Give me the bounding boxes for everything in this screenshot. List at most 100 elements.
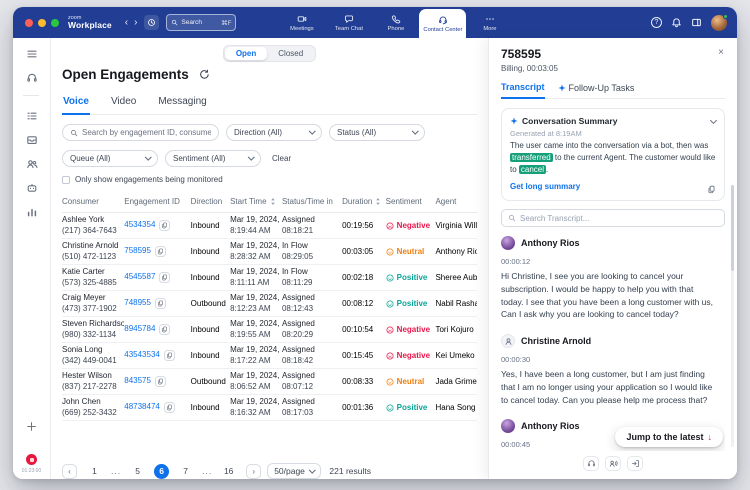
user-avatar[interactable]: [711, 15, 727, 31]
toggle-open[interactable]: Open: [225, 47, 267, 60]
table-row[interactable]: Sonia Long(342) 449-004143543534InboundM…: [62, 343, 477, 369]
page-6[interactable]: 6: [154, 464, 169, 479]
add-icon[interactable]: [23, 420, 41, 433]
column-header-start-time[interactable]: Start Time: [230, 197, 282, 206]
page-7[interactable]: 7: [178, 464, 193, 479]
close-window-button[interactable]: [25, 19, 33, 27]
queue-filter-select[interactable]: Queue (All): [62, 150, 158, 167]
sort-icon[interactable]: [375, 197, 381, 206]
history-icon[interactable]: [144, 15, 159, 30]
rail-checklist-icon[interactable]: [23, 109, 41, 122]
titlebar-tab-meetings[interactable]: Meetings: [278, 7, 325, 38]
close-panel-icon[interactable]: ×: [717, 47, 725, 59]
column-header-duration[interactable]: Duration: [342, 197, 386, 206]
status-filter-select[interactable]: Status (All): [329, 124, 425, 141]
table-row[interactable]: Hester Wilson(837) 217-2278843575Outboun…: [62, 369, 477, 395]
tab-messaging[interactable]: Messaging: [157, 93, 207, 114]
table-row[interactable]: John Chen(669) 252-343248738474InboundMa…: [62, 395, 477, 421]
monitored-only-checkbox[interactable]: [62, 176, 70, 184]
page-1[interactable]: 1: [87, 464, 102, 479]
copy-icon[interactable]: [155, 376, 166, 387]
titlebar-tab-team-chat[interactable]: Team Chat: [325, 7, 372, 38]
copy-icon[interactable]: [155, 246, 166, 257]
search-icon: [171, 19, 178, 26]
table-row[interactable]: Katie Carter(573) 325-48854545587Inbound…: [62, 265, 477, 291]
minimize-window-button[interactable]: [38, 19, 46, 27]
person-avatar-icon: [501, 334, 515, 348]
next-page-button[interactable]: ›: [246, 464, 261, 479]
notifications-bell-icon[interactable]: [671, 17, 682, 28]
rail-people-icon[interactable]: [23, 157, 41, 170]
titlebar-tab-phone[interactable]: Phone: [372, 7, 419, 38]
engagement-search-box[interactable]: [62, 124, 219, 141]
table-row[interactable]: Christine Arnold(510) 472-1123758595Inbo…: [62, 239, 477, 265]
jump-to-latest-button[interactable]: Jump to the latest ↓: [615, 427, 723, 447]
table-row[interactable]: Steven Richardson(980) 332-11348945784In…: [62, 317, 477, 343]
engagement-id-link[interactable]: 8945784: [124, 324, 155, 333]
panel-scrollbar[interactable]: [731, 185, 734, 447]
copy-icon[interactable]: [159, 324, 170, 335]
cell-direction: Outbound: [191, 377, 230, 386]
table-header: ConsumerEngagement IDDirectionStart Time…: [62, 192, 477, 213]
engagement-id-link[interactable]: 758595: [124, 246, 151, 255]
get-long-summary-link[interactable]: Get long summary: [510, 182, 580, 191]
engagement-id-link[interactable]: 4534354: [124, 220, 155, 229]
whisper-icon[interactable]: [605, 456, 621, 471]
tab-voice[interactable]: Voice: [62, 93, 90, 115]
forward-icon[interactable]: ›: [131, 17, 140, 28]
panel-tab-transcript[interactable]: Transcript: [501, 82, 545, 99]
copy-icon[interactable]: [159, 220, 170, 231]
engagement-id-link[interactable]: 843575: [124, 376, 151, 385]
global-search-box[interactable]: Search ⌘F: [166, 14, 236, 31]
recording-indicator-icon[interactable]: [26, 454, 37, 465]
refresh-icon[interactable]: [199, 69, 210, 80]
rail-bot-icon[interactable]: [23, 181, 41, 194]
panel-tab-follow-up-tasks[interactable]: Follow-Up Tasks: [558, 82, 635, 98]
column-header-direction: Direction: [191, 197, 230, 206]
engagement-id-link[interactable]: 4545587: [124, 272, 155, 281]
clear-filters-button[interactable]: Clear: [272, 154, 291, 163]
cell-duration: 00:08:33: [342, 377, 386, 386]
engagement-id-link[interactable]: 43543534: [124, 350, 160, 359]
cell-sentiment: Neutral: [386, 247, 436, 256]
toggle-closed[interactable]: Closed: [267, 47, 314, 60]
engagement-id-link[interactable]: 748955: [124, 298, 151, 307]
titlebar-tab-more[interactable]: More: [466, 7, 513, 38]
rail-inbox-icon[interactable]: [23, 133, 41, 146]
page-16[interactable]: 16: [221, 464, 236, 479]
engagement-id-link[interactable]: 48738474: [124, 402, 160, 411]
tab-video[interactable]: Video: [110, 93, 137, 114]
rail-menu-icon[interactable]: [23, 47, 41, 60]
zoom-window-button[interactable]: [51, 19, 59, 27]
listen-icon[interactable]: [583, 456, 599, 471]
cell-sentiment: Negative: [386, 325, 436, 334]
rail-headset-icon[interactable]: [23, 71, 41, 84]
scrollbar-thumb[interactable]: [731, 185, 734, 271]
rail-chart-icon[interactable]: [23, 205, 41, 218]
table-row[interactable]: Craig Meyer(473) 377-1902748955OutboundM…: [62, 291, 477, 317]
transcript-search-box[interactable]: [501, 209, 725, 227]
collapse-summary-icon[interactable]: [710, 116, 717, 123]
table-row[interactable]: Ashlee York(217) 364-76434534354InboundM…: [62, 213, 477, 239]
transcript-list[interactable]: Anthony Rios00:00:12Hi Christine, I see …: [501, 236, 725, 451]
meetings-icon: [297, 14, 307, 24]
titlebar-tab-contact-center[interactable]: Contact Center: [419, 9, 466, 38]
page-size-select[interactable]: 50/page: [267, 463, 321, 479]
direction-filter-select[interactable]: Direction (All): [226, 124, 322, 141]
engagement-search-input[interactable]: [82, 128, 211, 137]
copy-icon[interactable]: [159, 272, 170, 283]
barge-icon[interactable]: [627, 456, 643, 471]
sentiment-filter-select[interactable]: Sentiment (All): [165, 150, 261, 167]
copy-icon[interactable]: [155, 298, 166, 309]
copy-summary-icon[interactable]: [707, 185, 716, 194]
back-icon[interactable]: ‹: [122, 17, 131, 28]
page-5[interactable]: 5: [130, 464, 145, 479]
sort-icon[interactable]: [270, 197, 276, 206]
copy-icon[interactable]: [164, 350, 175, 361]
copy-icon[interactable]: [164, 402, 175, 413]
side-panel-toggle-icon[interactable]: [691, 17, 702, 28]
transcript-search-input[interactable]: [520, 214, 718, 223]
help-icon[interactable]: ?: [651, 17, 662, 28]
prev-page-button[interactable]: ‹: [62, 464, 77, 479]
transcript-message: Christine Arnold00:00:30Yes, I have been…: [501, 334, 725, 406]
